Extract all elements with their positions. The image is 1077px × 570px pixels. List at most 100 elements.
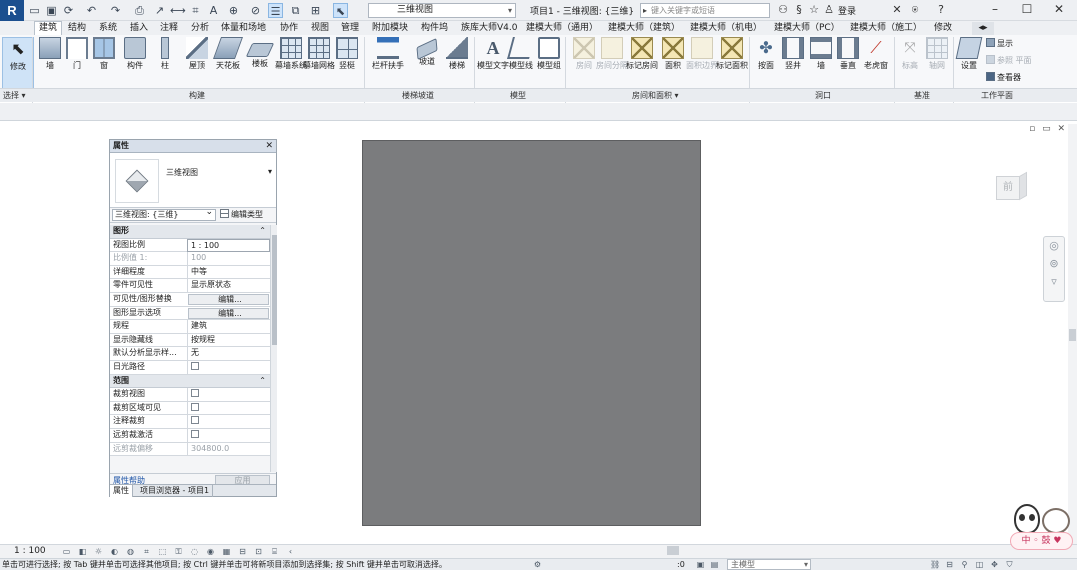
help-icon[interactable]: ? (934, 3, 948, 17)
lock-view-icon[interactable]: ⚿ (174, 547, 183, 556)
worksharing-icon[interactable]: ⊟ (238, 547, 247, 556)
view-window-controls[interactable]: ▫ ▭ ✕ (1029, 124, 1067, 134)
editable-only-icon[interactable]: ▤ (710, 560, 719, 569)
far-clip-active-checkbox[interactable] (191, 429, 199, 438)
tab-component-dock[interactable]: 构件坞 (421, 22, 448, 35)
viewcube[interactable]: 前 (992, 170, 1027, 204)
tab-modify[interactable]: 修改 (934, 22, 952, 35)
measure-icon[interactable]: ↗ (152, 3, 167, 18)
3d-section-box[interactable] (362, 140, 701, 526)
analytical-model-icon[interactable]: ⊡ (254, 547, 263, 556)
select-icon[interactable]: ⬉ (333, 3, 348, 18)
room-separator-button[interactable]: 房间分隔 (596, 37, 628, 71)
tab-manage[interactable]: 管理 (341, 22, 359, 35)
show-workplane-button[interactable]: 显示 (986, 38, 1013, 49)
show-crop-icon[interactable]: ⬚ (158, 547, 167, 556)
temp-hide-icon[interactable]: ◌ (190, 547, 199, 556)
sun-path-icon[interactable]: ☼ (94, 547, 103, 556)
properties-scrollbar[interactable] (270, 225, 277, 472)
property-value[interactable]: 按规程 (187, 333, 270, 347)
collapse-icon[interactable]: ‹ (286, 547, 295, 556)
viewcube-front-face[interactable]: 前 (996, 176, 1020, 200)
tab-systems[interactable]: 系统 (99, 22, 117, 35)
exchange-icon[interactable]: ✕ (890, 3, 904, 17)
property-row[interactable]: 零件可见性 显示原状态 (110, 279, 270, 293)
design-options-icon[interactable]: ▣ (696, 560, 705, 569)
select-pinned-icon[interactable]: ⚲ (960, 560, 969, 569)
property-row[interactable]: 远剪裁激活 (110, 428, 270, 443)
crop-region-visible-checkbox[interactable] (191, 402, 199, 411)
tab-modeling-architecture[interactable]: 建模大师（建筑） (608, 22, 680, 35)
workplane-set-button[interactable]: 设置 (953, 37, 985, 71)
tag-area-button[interactable]: 标记面积 (716, 37, 748, 71)
select-links-icon[interactable]: ⛓ (930, 560, 940, 569)
tab-modeling-pc[interactable]: 建模大师（PC） (774, 22, 840, 35)
select-underlay-icon[interactable]: ⊟ (945, 560, 954, 569)
tab-family-library[interactable]: 族库大师V4.0 (461, 22, 517, 35)
view-scale-field[interactable]: 1 : 100 (187, 238, 270, 252)
tab-properties[interactable]: 属性 (110, 485, 133, 497)
sync-icon[interactable]: ⟳ (61, 3, 76, 18)
chevron-down-icon[interactable]: ▾ (268, 167, 272, 176)
subscription-icon[interactable]: § (792, 3, 806, 17)
property-row[interactable]: 视图比例 1 : 100 (110, 238, 270, 253)
viewer-button[interactable]: 查看器 (986, 72, 1021, 83)
minimize-button[interactable]: – (980, 0, 1010, 21)
redo-icon[interactable]: ↷ (108, 3, 123, 18)
visibility-edit-button[interactable]: 编辑... (188, 293, 269, 305)
tab-modeling-general[interactable]: 建模大师（通用） (526, 22, 598, 35)
section-icon[interactable]: ⊘ (248, 3, 263, 18)
ribbon-options-icon[interactable]: ◂▸ (972, 22, 994, 35)
zoom-icon[interactable]: ⊚ (1044, 255, 1064, 273)
vertical-scrollbar[interactable] (1068, 124, 1077, 544)
tab-massing-site[interactable]: 体量和场地 (221, 22, 266, 35)
thin-lines-icon[interactable]: ☰ (268, 3, 283, 18)
tag-room-button[interactable]: 标记房间 (626, 37, 658, 71)
area-boundary-button[interactable]: 面积边界 (686, 37, 718, 71)
sun-path-checkbox[interactable] (191, 361, 199, 370)
close-hidden-icon[interactable]: ⧉ (288, 3, 303, 18)
detail-level-icon[interactable]: ▭ (62, 547, 71, 556)
dormer-button[interactable]: ⟋ 老虎窗 (860, 37, 892, 71)
section-extents[interactable]: 范围 (110, 374, 270, 389)
section-graphics[interactable]: 图形 (110, 225, 270, 239)
crop-view-checkbox[interactable] (191, 389, 199, 398)
favorites-icon[interactable]: ☆ (807, 3, 821, 17)
property-value[interactable]: 建筑 (187, 320, 270, 334)
railing-button[interactable]: 栏杆扶手 (372, 37, 404, 71)
model-group-button[interactable]: 模型组 (533, 37, 565, 71)
roof-button[interactable]: 屋顶 (181, 37, 213, 71)
tab-project-browser[interactable]: 项目浏览器 - 项目1 (137, 485, 214, 497)
properties-scroll-thumb[interactable] (272, 235, 277, 345)
close-button[interactable]: ✕ (1044, 0, 1074, 21)
property-row[interactable]: 显示隐藏线 按规程 (110, 333, 270, 348)
stair-button[interactable]: 楼梯 (441, 37, 473, 71)
tab-modeling-mep[interactable]: 建模大师（机电） (690, 22, 762, 35)
tab-analyze[interactable]: 分析 (191, 22, 209, 35)
drag-elements-icon[interactable]: ✥ (990, 560, 999, 569)
print-icon[interactable]: ⎙ (132, 3, 147, 18)
shadows-icon[interactable]: ◐ (110, 547, 119, 556)
open-icon[interactable]: ▭ (27, 3, 42, 18)
property-row[interactable]: 日光路径 (110, 360, 270, 375)
grid-button[interactable]: 轴网 (921, 37, 953, 71)
property-row[interactable]: 详细程度 中等 (110, 265, 270, 280)
save-icon[interactable]: ▣ (44, 3, 59, 18)
ramp-button[interactable]: 坡道 (411, 37, 443, 67)
property-row[interactable]: 裁剪视图 (110, 388, 270, 402)
viewcube-right-face[interactable] (1019, 171, 1027, 201)
property-row[interactable]: 规程 建筑 (110, 320, 270, 334)
visual-style-icon[interactable]: ◧ (78, 547, 87, 556)
vertical-scroll-thumb[interactable] (1069, 329, 1076, 341)
tab-insert[interactable]: 插入 (130, 22, 148, 35)
graphic-display-edit-button[interactable]: 编辑... (188, 307, 269, 319)
instance-selector[interactable]: 三维视图: {三维} (112, 207, 216, 221)
user-icon[interactable]: ♙ (822, 3, 836, 17)
undo-icon[interactable]: ↶ (84, 3, 99, 18)
component-button[interactable]: 构件 (119, 37, 151, 71)
ceiling-button[interactable]: 天花板 (212, 37, 244, 71)
login-link[interactable]: 登录 (838, 4, 856, 17)
constraints-icon[interactable]: ⌸ (270, 547, 279, 556)
text-icon[interactable]: A (206, 3, 221, 18)
application-menu-button[interactable]: R (0, 0, 24, 21)
